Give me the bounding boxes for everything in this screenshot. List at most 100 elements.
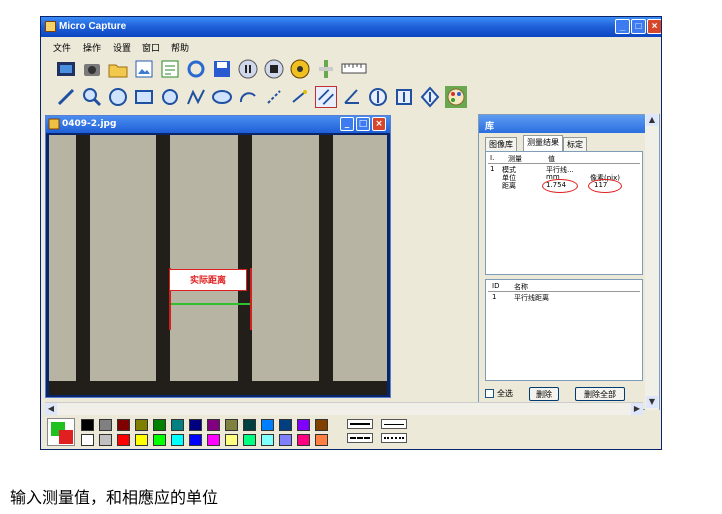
caption-text: 输入测量值，和相應应的单位 — [10, 488, 219, 507]
color-swatch[interactable] — [81, 434, 94, 446]
panel-titlebar: 库 — [479, 115, 659, 133]
micrograph-image[interactable]: 实际距离 — [49, 135, 387, 395]
zoom-icon[interactable] — [81, 86, 103, 108]
scroll-right-icon[interactable]: ▶ — [631, 403, 643, 415]
color-swatch[interactable] — [153, 434, 166, 446]
color-swatch[interactable] — [315, 434, 328, 446]
tab-calibration[interactable]: 标定 — [563, 137, 587, 151]
menu-settings[interactable]: 设置 — [113, 41, 131, 54]
polyline-icon[interactable] — [185, 86, 207, 108]
image-window[interactable]: 0409-2.jpg _ □ × 实际距离 — [45, 115, 391, 398]
color-swatch[interactable] — [135, 434, 148, 446]
color-swatch[interactable] — [315, 419, 328, 431]
stop-icon[interactable] — [263, 58, 285, 80]
color-swatch[interactable] — [225, 419, 238, 431]
measure-vertical-icon[interactable] — [393, 86, 415, 108]
ruler-icon[interactable] — [341, 58, 367, 80]
line-style-dotted[interactable] — [381, 433, 407, 443]
panel-vscroll[interactable]: ▲ ▼ — [645, 114, 659, 410]
color-swatch[interactable] — [135, 419, 148, 431]
image-window-titlebar[interactable]: 0409-2.jpg _ □ × — [46, 116, 390, 133]
maximize-button[interactable]: □ — [631, 19, 646, 34]
delete-button[interactable]: 删除 — [529, 387, 559, 401]
color-swatch[interactable] — [225, 434, 238, 446]
color-swatch[interactable] — [171, 434, 184, 446]
color-swatch[interactable] — [261, 434, 274, 446]
select-all-checkbox[interactable] — [485, 389, 494, 398]
result-name: 距离 — [502, 182, 516, 190]
parallel-line-icon[interactable] — [315, 86, 337, 108]
camera-icon[interactable] — [81, 58, 103, 80]
color-swatch[interactable] — [117, 434, 130, 446]
point-line-icon[interactable] — [263, 86, 285, 108]
color-swatch[interactable] — [261, 419, 274, 431]
save-icon[interactable] — [211, 58, 233, 80]
tab-measure-results[interactable]: 测量结果 — [523, 135, 563, 151]
ellipse-icon[interactable] — [159, 86, 181, 108]
pause-icon[interactable] — [237, 58, 259, 80]
scroll-left-icon[interactable]: ◀ — [45, 403, 57, 415]
image-minimize-button[interactable]: _ — [340, 117, 354, 131]
color-swatch[interactable] — [153, 419, 166, 431]
settings-icon[interactable] — [289, 58, 311, 80]
menu-operate[interactable]: 操作 — [83, 41, 101, 54]
library-panel: 库 图像库 测量结果 标定 I. 测量 值 1 模式 平行线... 单位 mm … — [478, 114, 660, 410]
perpendicular-icon[interactable] — [289, 86, 311, 108]
circle-icon[interactable] — [107, 86, 129, 108]
angle-icon[interactable] — [341, 86, 363, 108]
tab-image-library[interactable]: 图像库 — [485, 137, 517, 151]
image-hscroll[interactable]: ◀ ▶ — [45, 402, 643, 415]
color-swatch[interactable] — [243, 434, 256, 446]
menu-file[interactable]: 文件 — [53, 41, 71, 54]
list-item-name[interactable]: 平行线距离 — [514, 293, 549, 303]
folder-open-icon[interactable] — [107, 58, 129, 80]
close-button[interactable]: × — [647, 19, 661, 34]
color-swatch[interactable] — [189, 419, 202, 431]
line-style-solid[interactable] — [347, 419, 373, 429]
color-swatch[interactable] — [207, 419, 220, 431]
menu-help[interactable]: 帮助 — [171, 41, 189, 54]
current-colors[interactable] — [47, 418, 75, 446]
line-style-thin[interactable] — [381, 419, 407, 429]
arc-icon[interactable] — [237, 86, 259, 108]
measure-center-icon[interactable] — [419, 86, 441, 108]
color-swatch[interactable] — [171, 419, 184, 431]
measure-circle-icon[interactable] — [367, 86, 389, 108]
background-color[interactable] — [59, 430, 73, 444]
ellipse2-icon[interactable] — [211, 86, 233, 108]
menu-window[interactable]: 窗口 — [142, 41, 160, 54]
color-swatch[interactable] — [279, 434, 292, 446]
delete-all-button[interactable]: 删除全部 — [575, 387, 625, 401]
color-swatch[interactable] — [99, 419, 112, 431]
color-swatch[interactable] — [279, 419, 292, 431]
image-maximize-button[interactable]: □ — [356, 117, 370, 131]
minimize-button[interactable]: _ — [615, 19, 630, 34]
image-close-button[interactable]: × — [372, 117, 386, 131]
color-swatch[interactable] — [243, 419, 256, 431]
scroll-up-icon[interactable]: ▲ — [646, 114, 658, 126]
export-icon[interactable] — [159, 58, 181, 80]
color-swatch[interactable] — [99, 434, 112, 446]
line-icon[interactable] — [55, 86, 77, 108]
brightness-icon[interactable] — [315, 58, 337, 80]
color-palette — [45, 416, 659, 448]
pixel-highlight — [588, 179, 622, 193]
color-swatch[interactable] — [207, 434, 220, 446]
refresh-icon[interactable] — [185, 58, 207, 80]
bottom-edge — [49, 381, 387, 395]
image-icon[interactable] — [133, 58, 155, 80]
app-window: Micro Capture _ □ × 文件 操作 设置 窗口 帮助 0409-… — [40, 16, 662, 450]
scroll-down-icon[interactable]: ▼ — [646, 396, 658, 408]
palette-icon[interactable] — [445, 86, 467, 108]
color-swatch[interactable] — [297, 419, 310, 431]
color-swatch[interactable] — [297, 434, 310, 446]
app-icon — [45, 21, 56, 32]
video-icon[interactable] — [55, 58, 77, 80]
color-swatch[interactable] — [81, 419, 94, 431]
line-style-dashed[interactable] — [347, 433, 373, 443]
list-item-id[interactable]: 1 — [492, 293, 496, 301]
rectangle-icon[interactable] — [133, 86, 155, 108]
color-swatch[interactable] — [189, 434, 202, 446]
color-swatch[interactable] — [117, 419, 130, 431]
line-feature — [238, 135, 252, 395]
